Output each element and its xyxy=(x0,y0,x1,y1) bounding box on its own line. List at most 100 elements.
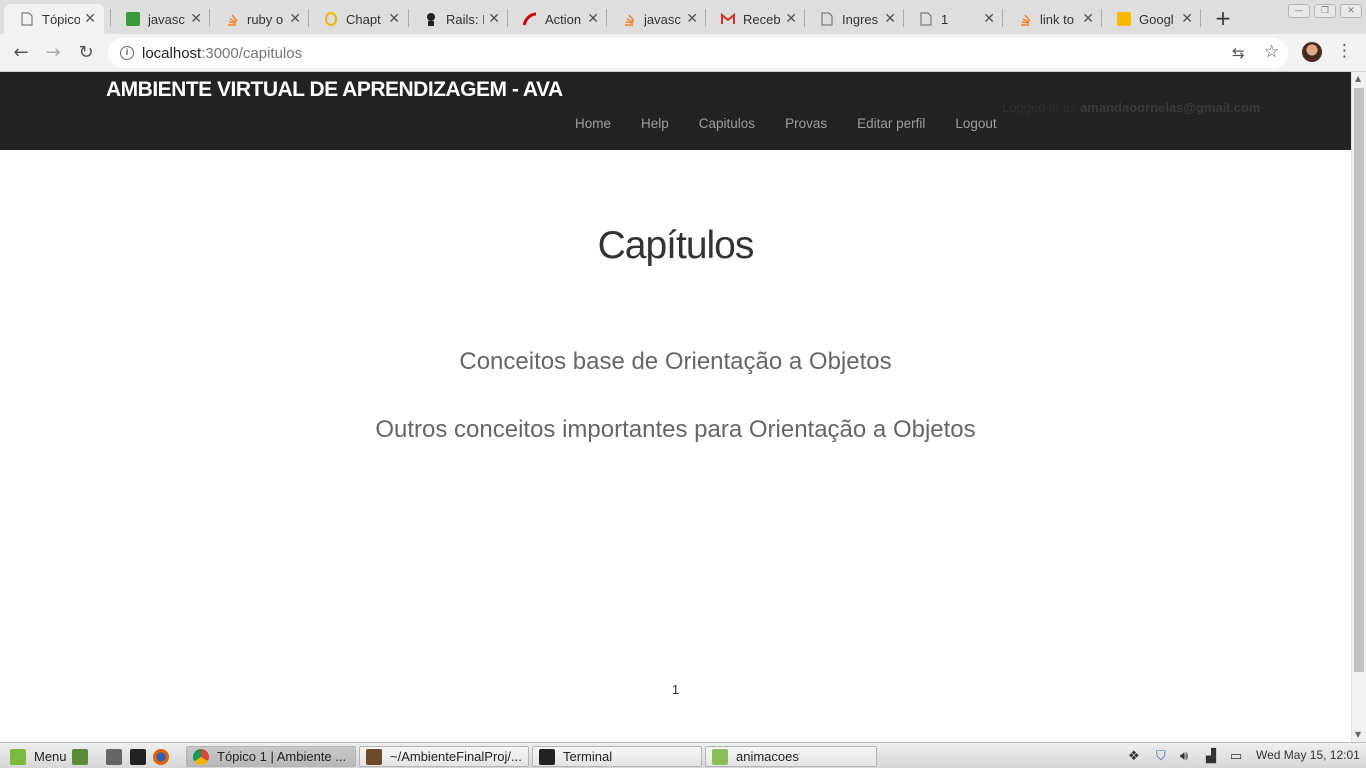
new-tab-button[interactable]: + xyxy=(1212,6,1234,30)
sublime-icon xyxy=(366,748,382,765)
url-host: localhost xyxy=(142,44,202,62)
taskbar-window-title: animacoes xyxy=(736,749,799,764)
nav-help[interactable]: Help xyxy=(641,116,669,131)
browser-tab-6[interactable]: Action ✕ xyxy=(507,4,607,34)
browser-tab-10[interactable]: 1 ✕ xyxy=(903,4,1003,34)
taskbar-window-files[interactable]: animacoes xyxy=(705,746,877,767)
browser-tab-11[interactable]: link to ✕ xyxy=(1002,4,1102,34)
close-tab-icon[interactable]: ✕ xyxy=(388,11,400,27)
folder-icon xyxy=(712,748,728,765)
page-title: Capítulos xyxy=(597,224,755,267)
nav-home[interactable]: Home xyxy=(575,116,611,131)
stackoverflow-icon xyxy=(225,12,239,26)
tab-title: link to xyxy=(1040,11,1074,27)
vertical-scrollbar[interactable]: ▲ ▼ xyxy=(1351,72,1366,742)
close-tab-icon[interactable]: ✕ xyxy=(84,11,96,27)
restore-window-button[interactable]: ❐ xyxy=(1314,4,1336,18)
browser-tab-strip: Tópico ✕ javasc ✕ ruby o ✕ Chapt ✕ Rails… xyxy=(0,0,1366,34)
close-window-button[interactable]: ✕ xyxy=(1340,4,1362,18)
scroll-up-arrow-icon[interactable]: ▲ xyxy=(1355,74,1361,83)
close-tab-icon[interactable]: ✕ xyxy=(884,11,896,27)
browser-tab-2[interactable]: javasc ✕ xyxy=(110,4,210,34)
stackoverflow-icon xyxy=(1018,12,1032,26)
site-info-icon[interactable]: i xyxy=(120,46,134,60)
mint-logo-icon xyxy=(10,748,26,765)
files-launcher[interactable] xyxy=(104,746,122,767)
taskbar-window-editor[interactable]: ~/AmbienteFinalProj/... xyxy=(359,746,529,767)
close-tab-icon[interactable]: ✕ xyxy=(488,11,500,27)
taskbar-window-chrome[interactable]: Tópico 1 | Ambiente ... xyxy=(186,746,356,767)
browser-tab-8[interactable]: Receb ✕ xyxy=(705,4,805,34)
clock[interactable]: Wed May 15, 12:01 xyxy=(1256,748,1360,762)
scrollbar-thumb[interactable] xyxy=(1354,88,1364,672)
address-bar[interactable]: i localhost:3000/capitulos xyxy=(108,38,1288,68)
chapter-link[interactable]: Conceitos base de Orientação a Objetos xyxy=(0,348,1351,376)
url-path: :3000/capitulos xyxy=(201,44,303,62)
google-keep-icon xyxy=(1117,12,1131,26)
tab-title: Receb xyxy=(743,11,781,27)
tab-divider xyxy=(1200,9,1201,27)
browser-tab-4[interactable]: Chapt ✕ xyxy=(308,4,408,34)
browser-tab-1[interactable]: Tópico ✕ xyxy=(4,4,104,34)
tab-title: Googl xyxy=(1139,11,1174,27)
tab-title: Tópico xyxy=(42,11,81,27)
terminal-launcher[interactable] xyxy=(128,746,146,767)
close-tab-icon[interactable]: ✕ xyxy=(1181,11,1193,27)
battery-icon[interactable]: ▭ xyxy=(1230,748,1242,764)
page-icon xyxy=(919,12,933,26)
browser-menu-icon[interactable]: ⋮ xyxy=(1336,41,1353,61)
close-tab-icon[interactable]: ✕ xyxy=(785,11,797,27)
browser-tab-3[interactable]: ruby o ✕ xyxy=(209,4,309,34)
scroll-down-arrow-icon[interactable]: ▼ xyxy=(1355,730,1361,739)
nav-capitulos[interactable]: Capitulos xyxy=(699,116,755,131)
reload-icon[interactable]: ↻ xyxy=(74,42,98,63)
tab-title: 1 xyxy=(941,11,949,27)
dropbox-icon[interactable]: ❖ xyxy=(1128,748,1140,764)
close-tab-icon[interactable]: ✕ xyxy=(587,11,599,27)
brand-title[interactable]: AMBIENTE VIRTUAL DE APRENDIZAGEM - AVA xyxy=(106,78,563,102)
close-tab-icon[interactable]: ✕ xyxy=(289,11,301,27)
browser-tab-12[interactable]: Googl ✕ xyxy=(1101,4,1201,34)
update-shield-icon[interactable]: ⛉ xyxy=(1156,748,1166,764)
taskbar-window-terminal[interactable]: Terminal xyxy=(532,746,702,767)
volume-icon[interactable]: 🔊︎ xyxy=(1180,748,1188,764)
nav-provas[interactable]: Provas xyxy=(785,116,827,131)
minimize-window-button[interactable]: — xyxy=(1288,4,1310,18)
browser-tab-7[interactable]: javasc ✕ xyxy=(606,4,706,34)
start-menu-button[interactable]: Menu xyxy=(4,746,67,767)
chapter-link[interactable]: Outros conceitos importantes para Orient… xyxy=(0,416,1351,444)
os-taskbar: Menu Tópico 1 | Ambiente ... ~/AmbienteF… xyxy=(0,742,1366,768)
main-nav: Home Help Capitulos Provas Editar perfil… xyxy=(575,116,1027,131)
translate-icon[interactable]: ⇆ xyxy=(1232,44,1245,62)
logged-in-info: Logged in as amandaoornelas@gmail.com xyxy=(1002,100,1260,115)
close-tab-icon[interactable]: ✕ xyxy=(190,11,202,27)
pagination-current-page[interactable]: 1 xyxy=(0,682,1351,697)
taskbar-window-title: Terminal xyxy=(563,749,613,764)
nav-editar-perfil[interactable]: Editar perfil xyxy=(857,116,925,131)
forward-arrow-icon[interactable]: → xyxy=(41,42,65,63)
stackoverflow-icon xyxy=(622,12,636,26)
desktop-icon xyxy=(72,748,88,765)
back-arrow-icon[interactable]: ← xyxy=(9,42,33,63)
tab-title: Rails: I xyxy=(446,11,485,27)
close-tab-icon[interactable]: ✕ xyxy=(1082,11,1094,27)
network-signal-icon[interactable]: ▟ xyxy=(1206,748,1216,764)
terminal-icon xyxy=(539,748,555,765)
show-desktop-launcher[interactable] xyxy=(70,746,88,767)
browser-tab-9[interactable]: Ingres ✕ xyxy=(804,4,904,34)
nav-logout[interactable]: Logout xyxy=(955,116,996,131)
firefox-launcher[interactable] xyxy=(151,746,169,767)
start-menu-label: Menu xyxy=(34,749,67,764)
browser-tab-5[interactable]: Rails: I ✕ xyxy=(408,4,508,34)
bookmark-star-icon[interactable]: ☆ xyxy=(1264,42,1279,62)
tab-title: ruby o xyxy=(247,11,284,27)
profile-avatar[interactable] xyxy=(1302,42,1322,62)
close-tab-icon[interactable]: ✕ xyxy=(983,11,995,27)
ninja-icon xyxy=(424,12,438,26)
terminal-icon xyxy=(130,748,146,765)
tab-title: Chapt xyxy=(346,11,381,27)
close-tab-icon[interactable]: ✕ xyxy=(686,11,698,27)
browser-toolbar: ← → ↻ i localhost:3000/capitulos ⇆ ☆ ⋮ xyxy=(0,34,1366,72)
firefox-icon xyxy=(153,748,169,765)
app-navbar: AMBIENTE VIRTUAL DE APRENDIZAGEM - AVA H… xyxy=(0,72,1351,150)
